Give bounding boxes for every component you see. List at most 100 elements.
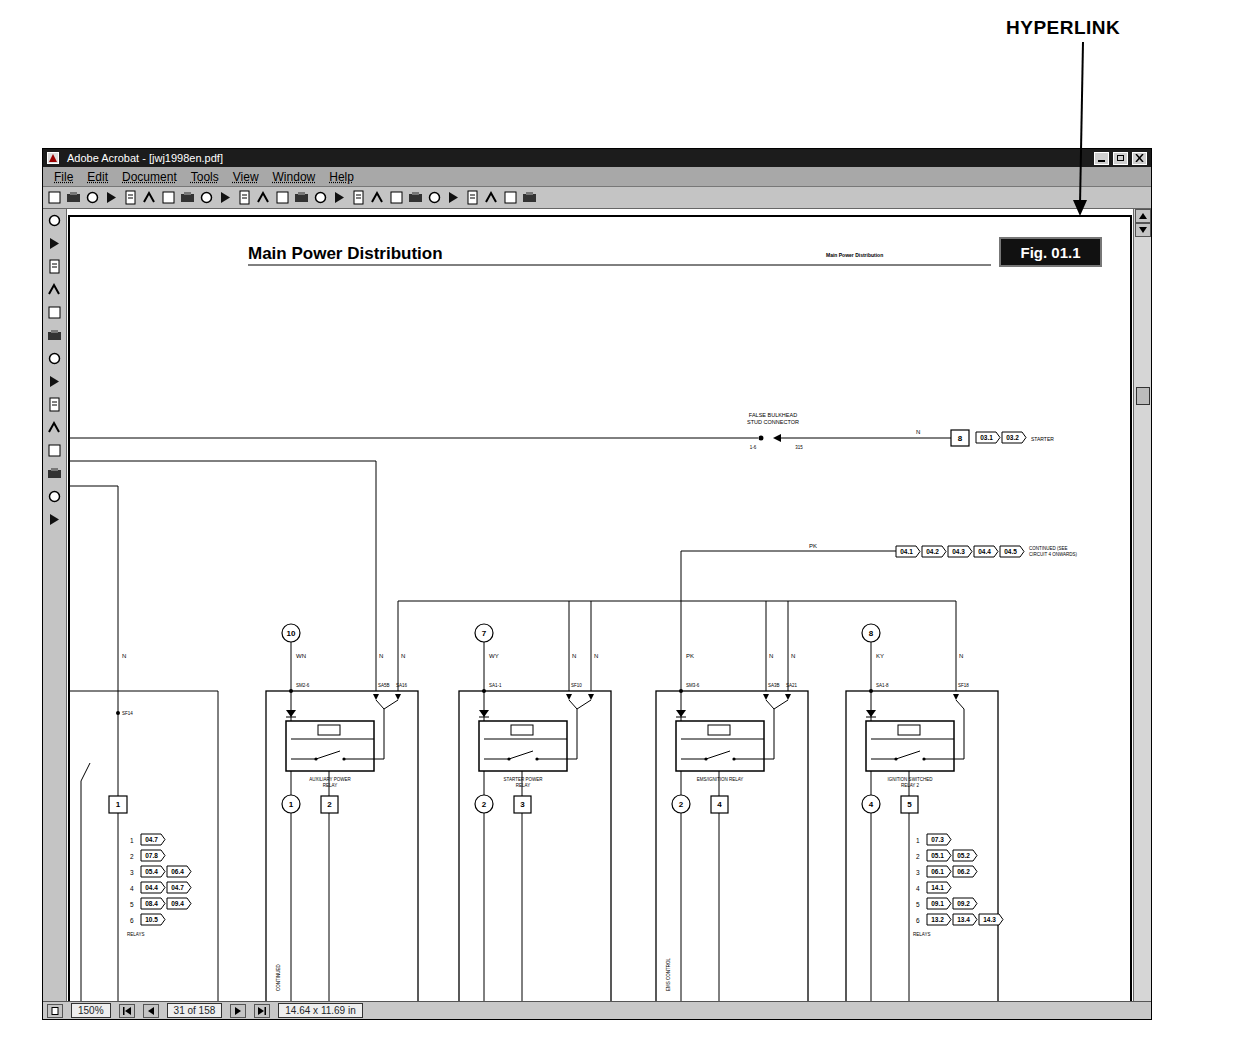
menu-item[interactable]: Document xyxy=(115,168,184,186)
zoom-field[interactable]: 150% xyxy=(71,1003,111,1018)
link-tag[interactable] xyxy=(141,882,165,893)
restore-button[interactable] xyxy=(1113,152,1128,165)
link-tag[interactable] xyxy=(1000,546,1024,557)
page-link[interactable]: 03.2 xyxy=(1002,432,1026,443)
link-tag[interactable] xyxy=(976,432,1000,443)
page-link[interactable]: 07.8 xyxy=(141,850,165,861)
page-link[interactable]: 13.2 xyxy=(927,914,951,925)
tool-icon[interactable] xyxy=(47,236,62,251)
tool-icon[interactable] xyxy=(408,190,423,205)
tool-icon[interactable] xyxy=(370,190,385,205)
tool-icon[interactable] xyxy=(161,190,176,205)
menu-item[interactable]: Edit xyxy=(80,168,115,186)
tool-icon[interactable] xyxy=(104,190,119,205)
tool-icon[interactable] xyxy=(47,420,62,435)
page-link[interactable]: 04.4 xyxy=(974,546,998,557)
page-link[interactable]: 10.5 xyxy=(141,914,165,925)
page-link[interactable]: 06.1 xyxy=(927,866,951,877)
tool-icon[interactable] xyxy=(47,328,62,343)
figure-link[interactable]: Fig. 01.1 xyxy=(1000,238,1101,266)
page-link[interactable]: 06.2 xyxy=(953,866,977,877)
page-link[interactable]: 05.4 xyxy=(141,866,165,877)
link-tag[interactable] xyxy=(1002,432,1026,443)
tool-icon[interactable] xyxy=(256,190,271,205)
tool-icon[interactable] xyxy=(199,190,214,205)
link-tag[interactable] xyxy=(927,882,951,893)
scroll-up-button[interactable] xyxy=(1135,209,1151,223)
tool-icon[interactable] xyxy=(180,190,195,205)
scroll-down-button[interactable] xyxy=(1135,223,1151,237)
link-tag[interactable] xyxy=(141,914,165,925)
page-link[interactable]: 07.3 xyxy=(927,834,951,845)
tool-icon[interactable] xyxy=(446,190,461,205)
tool-icon[interactable] xyxy=(142,190,157,205)
page-link[interactable]: 13.4 xyxy=(953,914,977,925)
figure-badge[interactable] xyxy=(1000,238,1101,266)
tool-icon[interactable] xyxy=(47,466,62,481)
page-link[interactable]: 03.1 xyxy=(976,432,1000,443)
link-tag[interactable] xyxy=(141,898,165,909)
first-page-button[interactable] xyxy=(119,1004,135,1018)
page-link[interactable]: 04.2 xyxy=(922,546,946,557)
link-tag[interactable] xyxy=(953,850,977,861)
tool-icon[interactable] xyxy=(47,443,62,458)
page-link[interactable]: 05.1 xyxy=(927,850,951,861)
previous-page-button[interactable] xyxy=(143,1004,159,1018)
tool-icon[interactable] xyxy=(237,190,252,205)
link-tag[interactable] xyxy=(953,866,977,877)
tool-icon[interactable] xyxy=(313,190,328,205)
tool-icon[interactable] xyxy=(66,190,81,205)
menu-item[interactable]: View xyxy=(226,168,266,186)
link-tag[interactable] xyxy=(141,834,165,845)
tool-icon[interactable] xyxy=(123,190,138,205)
menu-item[interactable]: Window xyxy=(266,168,323,186)
vertical-scrollbar[interactable] xyxy=(1133,209,1151,1001)
page-link[interactable]: 09.1 xyxy=(927,898,951,909)
page-layout-button[interactable] xyxy=(47,1004,63,1018)
next-page-button[interactable] xyxy=(230,1004,246,1018)
minimize-button[interactable] xyxy=(1094,152,1109,165)
tool-icon[interactable] xyxy=(332,190,347,205)
tool-icon[interactable] xyxy=(465,190,480,205)
link-tag[interactable] xyxy=(167,898,191,909)
tool-icon[interactable] xyxy=(47,489,62,504)
tool-icon[interactable] xyxy=(47,305,62,320)
link-tag[interactable] xyxy=(927,914,951,925)
page-link[interactable]: 04.5 xyxy=(1000,546,1024,557)
tool-icon[interactable] xyxy=(47,190,62,205)
link-tag[interactable] xyxy=(922,546,946,557)
tool-icon[interactable] xyxy=(47,374,62,389)
page-link[interactable]: 14.3 xyxy=(979,914,1003,925)
tool-icon[interactable] xyxy=(47,282,62,297)
tool-icon[interactable] xyxy=(484,190,499,205)
tool-icon[interactable] xyxy=(47,512,62,527)
link-tag[interactable] xyxy=(141,866,165,877)
page-link[interactable]: 04.7 xyxy=(141,834,165,845)
tool-icon[interactable] xyxy=(294,190,309,205)
link-tag[interactable] xyxy=(927,898,951,909)
tool-icon[interactable] xyxy=(503,190,518,205)
link-tag[interactable] xyxy=(927,866,951,877)
page-link[interactable]: 04.4 xyxy=(141,882,165,893)
link-tag[interactable] xyxy=(167,866,191,877)
tool-icon[interactable] xyxy=(218,190,233,205)
menu-item[interactable]: Help xyxy=(322,168,361,186)
tool-icon[interactable] xyxy=(47,397,62,412)
tool-icon[interactable] xyxy=(47,259,62,274)
page-link[interactable]: 05.2 xyxy=(953,850,977,861)
link-tag[interactable] xyxy=(979,914,1003,925)
page-link[interactable]: 09.4 xyxy=(167,898,191,909)
menu-item[interactable]: File xyxy=(47,168,80,186)
tool-icon[interactable] xyxy=(85,190,100,205)
page-link[interactable]: 06.4 xyxy=(167,866,191,877)
page-link[interactable]: 09.2 xyxy=(953,898,977,909)
last-page-button[interactable] xyxy=(254,1004,270,1018)
link-tag[interactable] xyxy=(167,882,191,893)
page-field[interactable]: 31 of 158 xyxy=(167,1003,223,1018)
page-link[interactable]: 04.1 xyxy=(896,546,920,557)
link-tag[interactable] xyxy=(948,546,972,557)
tool-icon[interactable] xyxy=(47,351,62,366)
close-button[interactable] xyxy=(1132,152,1147,165)
link-tag[interactable] xyxy=(927,850,951,861)
tool-icon[interactable] xyxy=(427,190,442,205)
